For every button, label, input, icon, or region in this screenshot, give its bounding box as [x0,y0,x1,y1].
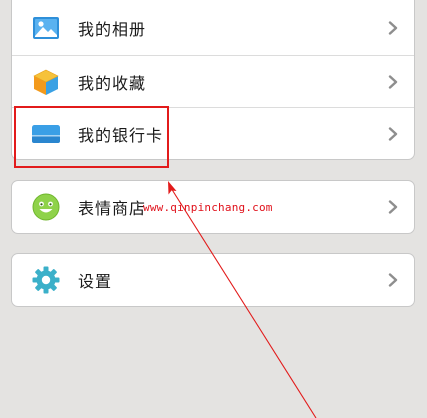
watermark-text: www.qinpinchang.com [143,201,273,214]
chevron-right-icon [388,200,398,214]
menu-item-bank-card-label: 我的银行卡 [78,125,164,145]
chevron-right-icon [388,21,398,35]
menu-group-personal: 我的相册 我的收藏 我的银行卡 [11,0,415,160]
favorites-cube-icon [32,68,60,96]
photo-album-icon [32,14,60,42]
menu-item-settings[interactable]: 设置 [12,254,414,306]
chevron-right-icon [388,273,398,287]
menu-item-settings-label: 设置 [78,272,113,291]
chevron-right-icon [388,74,398,89]
chevron-right-icon [388,126,398,141]
gear-icon [32,266,60,294]
menu-item-sticker-store-label: 表情商店 [78,199,147,218]
menu-item-album[interactable]: 我的相册 [12,0,414,55]
menu-item-favorites[interactable]: 我的收藏 [12,55,414,107]
menu-item-favorites-label: 我的收藏 [78,73,147,93]
menu-group-settings: 设置 [11,253,415,307]
smiley-face-icon [32,193,60,221]
bank-card-icon [32,120,60,148]
menu-item-bank-card[interactable]: 我的银行卡 [12,107,414,159]
menu-item-album-label: 我的相册 [78,20,147,39]
